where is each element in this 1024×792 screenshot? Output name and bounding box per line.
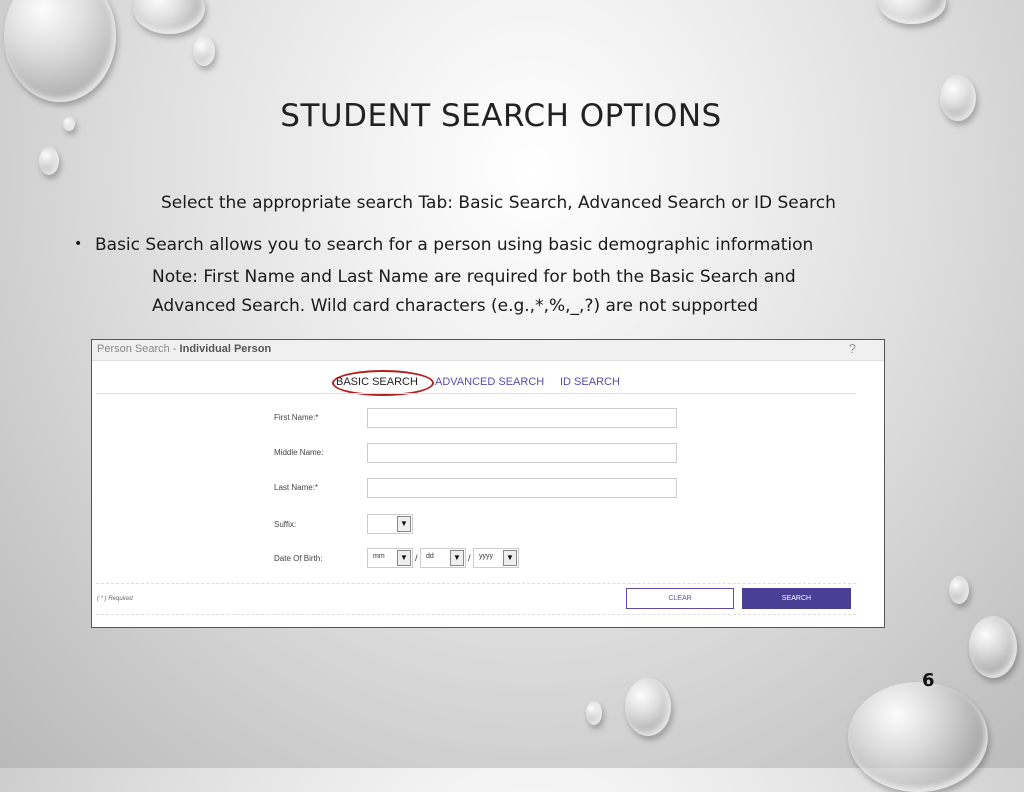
search-tabs: BASIC SEARCH ADVANCED SEARCH ID SEARCH: [92, 370, 884, 396]
dob-month-value: mm: [373, 553, 385, 560]
middle-name-label: Middle Name:: [274, 448, 324, 457]
suffix-label: Suffix:: [274, 520, 297, 529]
middle-name-input[interactable]: [367, 443, 677, 463]
dob-separator: /: [468, 553, 471, 563]
dob-day-value: dd: [426, 553, 434, 560]
dob-month-select[interactable]: mm ▼: [367, 548, 413, 568]
water-drop: [949, 576, 969, 604]
help-icon[interactable]: ?: [849, 341, 856, 356]
tab-advanced-search[interactable]: ADVANCED SEARCH: [435, 376, 544, 388]
intro-text: Select the appropriate search Tab: Basic…: [161, 193, 836, 213]
dob-year-select[interactable]: yyyy ▼: [473, 548, 519, 568]
dob-year-value: yyyy: [479, 553, 493, 560]
water-drop: [969, 616, 1017, 678]
last-name-input[interactable]: [367, 478, 677, 498]
clear-button[interactable]: CLEAR: [626, 588, 734, 609]
water-drop: [39, 147, 59, 175]
panel-title: Person Search - Individual Person: [97, 343, 272, 355]
chevron-down-icon[interactable]: ▼: [503, 550, 517, 566]
chevron-down-icon[interactable]: ▼: [450, 550, 464, 566]
first-name-label: First Name:*: [274, 413, 319, 422]
bullet-text: Basic Search allows you to search for a …: [95, 235, 814, 255]
first-name-input[interactable]: [367, 408, 677, 428]
form-divider: [96, 583, 856, 584]
water-drop: [625, 678, 671, 736]
required-note: ( * ) Required: [97, 596, 133, 602]
suffix-select[interactable]: ▼: [367, 514, 413, 534]
chevron-down-icon[interactable]: ▼: [397, 516, 411, 532]
dob-label: Date Of Birth:: [274, 554, 323, 563]
search-button[interactable]: SEARCH: [742, 588, 851, 609]
tab-basic-search[interactable]: BASIC SEARCH: [336, 376, 418, 388]
dob-day-select[interactable]: dd ▼: [420, 548, 466, 568]
water-drop: [586, 701, 602, 725]
note-line-2: Advanced Search. Wild card characters (e…: [152, 296, 759, 316]
dob-separator: /: [415, 553, 418, 563]
slide-title: STUDENT SEARCH OPTIONS: [280, 98, 722, 134]
page-number: 6: [922, 670, 935, 691]
water-drop: [878, 0, 946, 24]
water-drop: [193, 36, 215, 66]
tabs-divider: [96, 393, 856, 394]
form-divider: [96, 614, 856, 615]
panel-header: Person Search - Individual Person ?: [92, 340, 884, 361]
tab-id-search[interactable]: ID SEARCH: [560, 376, 620, 388]
water-drop: [133, 0, 205, 34]
chevron-down-icon[interactable]: ▼: [397, 550, 411, 566]
water-drop: [4, 0, 116, 102]
water-drop: [848, 682, 988, 792]
last-name-label: Last Name:*: [274, 483, 319, 492]
note-line-1: Note: First Name and Last Name are requi…: [152, 267, 796, 287]
bullet-marker: •: [74, 236, 83, 252]
person-search-panel: Person Search - Individual Person ? BASI…: [91, 339, 885, 628]
